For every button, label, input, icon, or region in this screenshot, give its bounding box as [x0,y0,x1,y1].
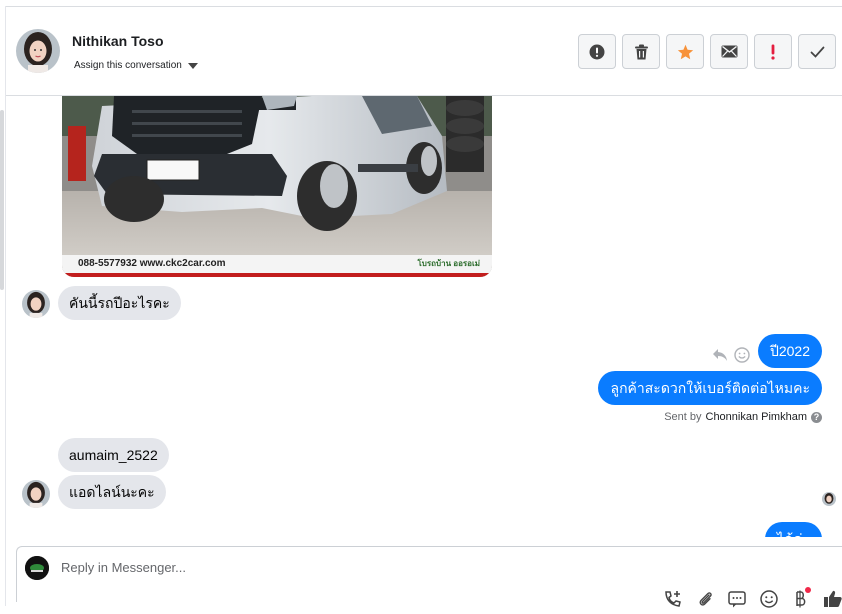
message-tools [712,347,750,363]
car-photo-attachment[interactable]: 088-5577932 www.ckc2car.com โบรถบ้าน ออร… [62,96,492,277]
conversation-header: Nithikan Toso Assign this conversation [6,7,842,96]
like-button[interactable] [823,589,842,609]
emoji-button[interactable] [759,589,779,609]
assign-label: Assign this conversation [74,60,182,71]
conversation-actions [578,34,836,69]
message-bubble-incoming[interactable]: aumaim_2522 [58,438,169,472]
add-contact-icon [665,591,681,607]
page-avatar [25,556,49,580]
emoji-reaction-icon[interactable] [734,347,750,363]
image-caption-text: 088-5577932 www.ckc2car.com [78,258,226,269]
payment-button[interactable] [791,587,811,609]
reply-icon[interactable] [712,348,728,362]
delete-button[interactable] [622,34,660,69]
trash-icon [634,44,648,59]
exclamation-icon [771,44,775,60]
saved-reply-icon [728,591,746,608]
message-bubble-outgoing[interactable]: ได้ค่ะ [764,522,822,537]
inbox-conversation-panel: Nithikan Toso Assign this conversation 0… [0,0,842,608]
sent-by-prefix: Sent by [664,411,702,423]
message-bubble-incoming[interactable]: คันนี้รถปีอะไรคะ [58,286,181,320]
alert-circle-icon [589,44,605,59]
composer-toolbar [663,587,842,609]
spam-button[interactable] [578,34,616,69]
image-caption: 088-5577932 www.ckc2car.com โบรถบ้าน ออร… [62,255,492,273]
message-thread[interactable]: 088-5577932 www.ckc2car.com โบรถบ้าน ออร… [6,96,842,537]
reply-input[interactable] [61,560,621,575]
envelope-icon [721,45,737,58]
star-icon [677,44,693,59]
sent-by-note: Sent by Chonnikan Pimkham ? [664,411,822,423]
attach-button[interactable] [695,589,715,609]
seen-indicator-avatar [822,492,836,506]
thumbs-up-icon [824,590,842,607]
list-scrollbar[interactable] [0,110,4,290]
sender-avatar[interactable] [22,290,50,318]
sender-avatar[interactable] [22,480,50,508]
star-button[interactable] [666,34,704,69]
emoji-icon [760,590,778,608]
check-icon [810,46,824,58]
assign-conversation-dropdown[interactable]: Assign this conversation [74,60,198,71]
follow-up-button[interactable] [754,34,792,69]
mark-unread-button[interactable] [710,34,748,69]
message-bubble-outgoing[interactable]: ปี2022 [757,334,822,368]
help-icon[interactable]: ? [811,411,822,423]
message-bubble-outgoing[interactable]: ลูกค้าสะดวกให้เบอร์ติดต่อไหมคะ [598,371,822,405]
reply-composer [16,546,842,608]
caret-down-icon [187,62,198,69]
add-contact-button[interactable] [663,589,683,609]
attachment-icon [699,592,712,606]
notification-dot [805,587,811,593]
saved-replies-button[interactable] [727,589,747,609]
done-button[interactable] [798,34,836,69]
sent-by-name: Chonnikan Pimkham [705,411,808,423]
contact-avatar[interactable] [16,29,60,73]
dealer-logo: โบรถบ้าน ออรอเม่ [417,259,481,268]
message-bubble-incoming[interactable]: แอดไลน์นะคะ [58,475,166,509]
caption-stripe [62,273,492,277]
contact-name[interactable]: Nithikan Toso [72,33,164,49]
